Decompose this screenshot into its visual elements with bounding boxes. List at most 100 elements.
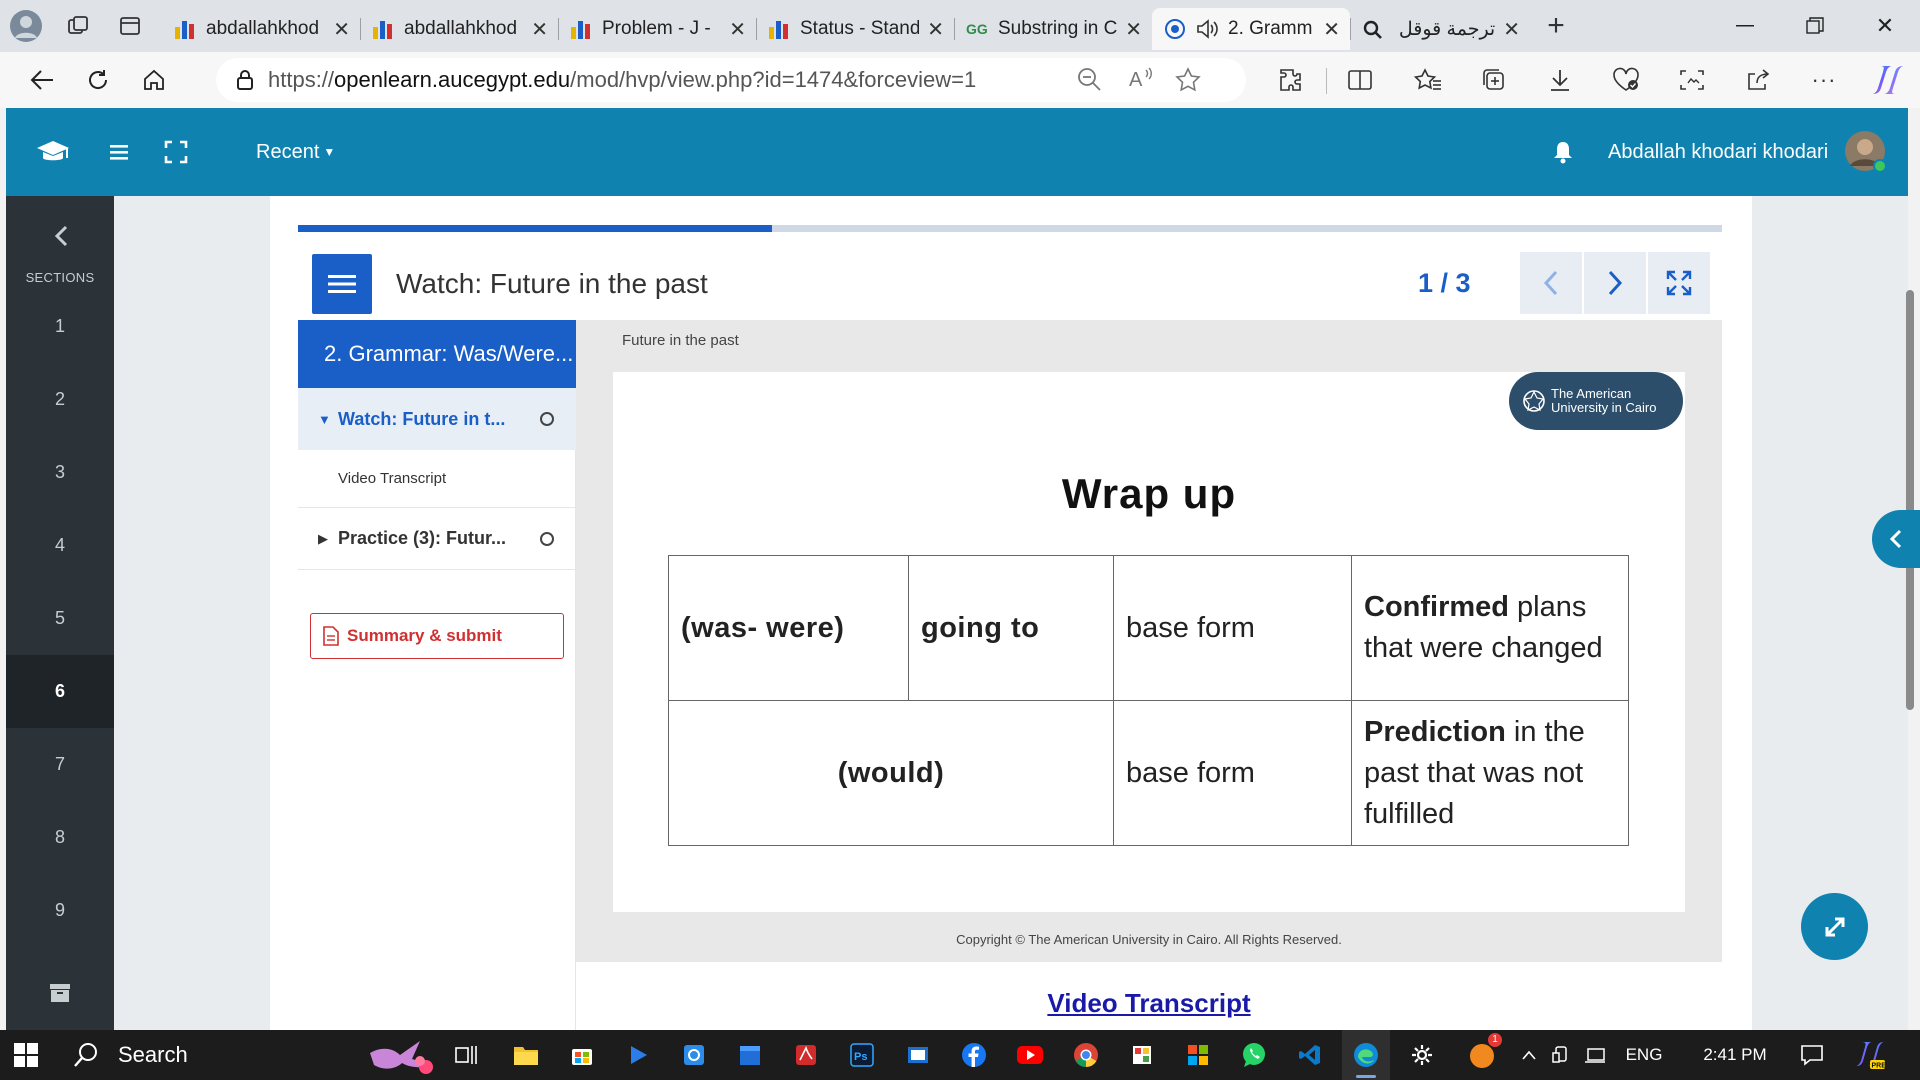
settings-gear-icon[interactable] xyxy=(1398,1030,1446,1080)
chrome-icon[interactable] xyxy=(1062,1030,1110,1080)
refresh-icon[interactable] xyxy=(70,52,126,108)
speaker-icon[interactable] xyxy=(1196,19,1220,39)
lock-icon[interactable] xyxy=(236,69,254,91)
collections-icon[interactable] xyxy=(1466,52,1522,108)
recent-dropdown[interactable]: Recent ▼ xyxy=(256,108,335,196)
favorites-icon[interactable] xyxy=(1400,52,1456,108)
calendar-app-icon[interactable] xyxy=(726,1030,774,1080)
toc-section[interactable]: ▶ Practice (3): Futur... xyxy=(298,508,576,570)
acrobat-icon[interactable] xyxy=(782,1030,830,1080)
moodle-favicon-icon xyxy=(1165,19,1185,39)
archive-icon[interactable] xyxy=(6,956,114,1029)
profile-avatar-icon[interactable] xyxy=(0,0,52,52)
user-menu[interactable]: Abdallah khodari khodari xyxy=(1608,108,1828,196)
browser-tab[interactable]: ترجمة قوقل - ✕ xyxy=(1350,8,1530,50)
close-tab-icon[interactable]: ✕ xyxy=(1323,17,1340,42)
copilot-pre-icon[interactable]: PRE xyxy=(1846,1030,1894,1080)
section-item[interactable]: 2 xyxy=(6,363,114,436)
close-tab-icon[interactable]: ✕ xyxy=(1125,17,1142,42)
browser-essentials-icon[interactable] xyxy=(1598,52,1654,108)
toc-subitem[interactable]: Video Transcript xyxy=(298,450,576,508)
toc-section-current[interactable]: ▼ Watch: Future in t... xyxy=(298,388,576,450)
zoom-icon[interactable] xyxy=(1076,66,1102,92)
browser-tab[interactable]: Problem - J - ✕ xyxy=(558,8,756,50)
media-app-icon[interactable] xyxy=(614,1030,662,1080)
whiteboard-icon[interactable] xyxy=(894,1030,942,1080)
summary-submit-button[interactable]: Summary & submit xyxy=(310,613,564,659)
restore-icon[interactable] xyxy=(1780,0,1850,52)
user-avatar[interactable] xyxy=(1844,108,1888,196)
section-item[interactable]: 5 xyxy=(6,582,114,655)
new-tab-button[interactable]: + xyxy=(1530,0,1582,52)
favorite-star-icon[interactable] xyxy=(1174,66,1202,94)
section-item[interactable]: 9 xyxy=(6,874,114,947)
read-aloud-icon[interactable]: A xyxy=(1128,66,1156,92)
video-player[interactable]: Future in the past The American Universi… xyxy=(576,320,1722,962)
camera-app-icon[interactable] xyxy=(670,1030,718,1080)
section-item[interactable]: 1 xyxy=(6,290,114,363)
language-indicator[interactable]: ENG xyxy=(1614,1030,1674,1080)
section-item[interactable]: 8 xyxy=(6,801,114,874)
back-icon[interactable] xyxy=(14,52,70,108)
close-tab-icon[interactable]: ✕ xyxy=(927,17,944,42)
book-fullscreen-button[interactable] xyxy=(1648,252,1710,314)
more-menu-icon[interactable]: ··· xyxy=(1796,52,1852,108)
browser-tab[interactable]: GG Substring in C ✕ xyxy=(954,8,1152,50)
paint-icon[interactable] xyxy=(1118,1030,1166,1080)
split-screen-icon[interactable] xyxy=(1332,52,1388,108)
section-item-active[interactable]: 6 xyxy=(6,655,114,728)
network-icon[interactable] xyxy=(1578,1030,1612,1080)
windows-start-icon[interactable] xyxy=(2,1030,50,1080)
section-item[interactable]: 4 xyxy=(6,509,114,582)
action-center-icon[interactable] xyxy=(1788,1030,1836,1080)
share-icon[interactable] xyxy=(1730,52,1786,108)
section-item[interactable]: 7 xyxy=(6,728,114,801)
whatsapp-icon[interactable] xyxy=(1230,1030,1278,1080)
browser-tab-active[interactable]: 2. Gramm ✕ xyxy=(1152,8,1350,50)
hamburger-menu-icon[interactable] xyxy=(110,108,128,196)
next-page-button[interactable] xyxy=(1584,252,1646,314)
workspaces-icon[interactable] xyxy=(52,0,104,52)
tray-chevron-icon[interactable] xyxy=(1514,1030,1544,1080)
windows-tiles-icon[interactable] xyxy=(1174,1030,1222,1080)
store-icon[interactable] xyxy=(558,1030,606,1080)
notification-bell-icon[interactable] xyxy=(1552,108,1574,196)
tab-actions-icon[interactable] xyxy=(104,0,156,52)
close-tab-icon[interactable]: ✕ xyxy=(333,17,350,42)
tray-device-icon[interactable] xyxy=(1544,1030,1578,1080)
toc-chapter-title[interactable]: 2. Grammar: Was/Were... xyxy=(298,320,576,388)
taskbar-search[interactable]: Search xyxy=(60,1030,440,1080)
downloads-icon[interactable] xyxy=(1532,52,1588,108)
browser-tab[interactable]: abdallahkhod ✕ xyxy=(360,8,558,50)
toc-menu-button[interactable] xyxy=(312,254,372,314)
fullscreen-icon[interactable] xyxy=(164,108,188,196)
close-tab-icon[interactable]: ✕ xyxy=(1503,17,1520,42)
video-transcript-link[interactable]: Video Transcript xyxy=(576,988,1722,1019)
page-scrollbar[interactable] xyxy=(1906,290,1914,710)
file-explorer-icon[interactable] xyxy=(502,1030,550,1080)
home-icon[interactable] xyxy=(126,52,182,108)
notification-app-icon[interactable]: 1 xyxy=(1460,1030,1508,1080)
expand-floating-button[interactable] xyxy=(1801,893,1868,960)
screenshot-icon[interactable] xyxy=(1664,52,1720,108)
url-bar[interactable]: https://openlearn.aucegypt.edu/mod/hvp/v… xyxy=(216,58,1246,102)
section-item[interactable]: 3 xyxy=(6,436,114,509)
youtube-icon[interactable] xyxy=(1006,1030,1054,1080)
photoshop-icon[interactable]: Ps xyxy=(838,1030,886,1080)
chevron-left-icon[interactable] xyxy=(6,224,114,248)
facebook-icon[interactable] xyxy=(950,1030,998,1080)
previous-page-button[interactable] xyxy=(1520,252,1582,314)
copilot-icon[interactable] xyxy=(1860,52,1916,108)
minimize-icon[interactable] xyxy=(1710,0,1780,52)
vscode-icon[interactable] xyxy=(1286,1030,1334,1080)
edge-icon[interactable] xyxy=(1342,1030,1390,1080)
graduation-cap-icon[interactable] xyxy=(36,108,70,196)
browser-tab[interactable]: Status - Stand ✕ xyxy=(756,8,954,50)
clock[interactable]: 2:41 PM xyxy=(1690,1030,1780,1080)
extensions-icon[interactable] xyxy=(1262,52,1318,108)
close-tab-icon[interactable]: ✕ xyxy=(729,17,746,42)
browser-tab[interactable]: abdallahkhod ✕ xyxy=(162,8,360,50)
close-window-icon[interactable]: ✕ xyxy=(1850,0,1920,52)
task-view-icon[interactable] xyxy=(443,1030,491,1080)
close-tab-icon[interactable]: ✕ xyxy=(531,17,548,42)
